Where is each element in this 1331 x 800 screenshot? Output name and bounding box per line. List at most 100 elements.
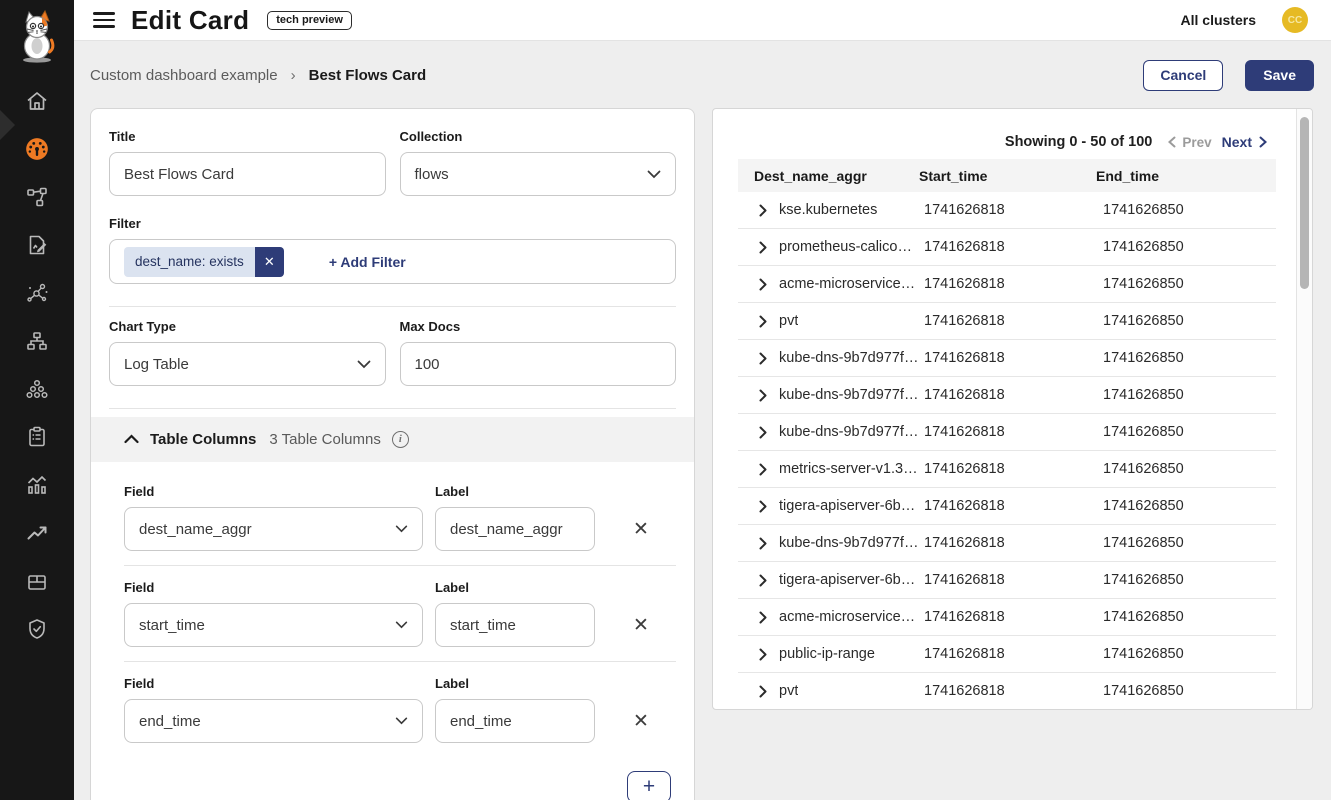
table-row[interactable]: acme-microservice… 1741626818 1741626850 bbox=[738, 266, 1276, 303]
row-end: 1741626850 bbox=[1096, 646, 1276, 662]
next-page-button[interactable]: Next bbox=[1222, 134, 1252, 150]
expand-chevron-icon[interactable] bbox=[759, 278, 767, 291]
expand-chevron-icon[interactable] bbox=[759, 648, 767, 661]
sidebar-item-home[interactable] bbox=[0, 89, 74, 113]
label-label: Label bbox=[435, 580, 595, 595]
table-row[interactable]: pvt 1741626818 1741626850 bbox=[738, 303, 1276, 340]
cancel-button[interactable]: Cancel bbox=[1143, 60, 1223, 91]
scrollbar-track[interactable] bbox=[1296, 109, 1312, 709]
row-dest: metrics-server-v1.3… bbox=[779, 461, 918, 477]
column-header-start: Start_time bbox=[919, 168, 1096, 184]
field-select[interactable]: end_time bbox=[124, 699, 423, 743]
sidebar-item-statistics[interactable] bbox=[0, 473, 74, 497]
remove-column-icon[interactable]: ✕ bbox=[633, 616, 649, 635]
chart-type-value: Log Table bbox=[124, 356, 189, 373]
max-docs-input[interactable] bbox=[400, 342, 677, 386]
card-editor-panel: Title Collection flows Filter dest_name:… bbox=[90, 108, 695, 800]
sidebar-item-dashboard-active[interactable] bbox=[0, 137, 74, 161]
row-start: 1741626818 bbox=[919, 683, 1096, 699]
expand-chevron-icon[interactable] bbox=[759, 685, 767, 698]
remove-column-icon[interactable]: ✕ bbox=[633, 712, 649, 731]
expand-chevron-icon[interactable] bbox=[759, 426, 767, 439]
expand-chevron-icon[interactable] bbox=[759, 204, 767, 217]
expand-chevron-icon[interactable] bbox=[759, 537, 767, 550]
sidebar-item-sitemap[interactable] bbox=[0, 329, 74, 353]
table-columns-count: 3 Table Columns bbox=[269, 431, 380, 448]
table-row[interactable]: acme-microservice… 1741626818 1741626850 bbox=[738, 599, 1276, 636]
label-label: Label bbox=[435, 676, 595, 691]
row-start: 1741626818 bbox=[919, 202, 1096, 218]
chevron-down-icon bbox=[395, 621, 408, 629]
save-button[interactable]: Save bbox=[1245, 60, 1314, 91]
row-start: 1741626818 bbox=[919, 350, 1096, 366]
expand-chevron-icon[interactable] bbox=[759, 315, 767, 328]
table-row[interactable]: prometheus-calico… 1741626818 1741626850 bbox=[738, 229, 1276, 266]
prev-page-button[interactable]: Prev bbox=[1182, 135, 1211, 150]
sidebar-expand-notch[interactable] bbox=[0, 110, 15, 140]
table-columns-section-header[interactable]: Table Columns 3 Table Columns i bbox=[91, 417, 694, 462]
label-label: Label bbox=[435, 484, 595, 499]
chevron-up-icon[interactable] bbox=[124, 431, 139, 449]
calico-cat-logo[interactable] bbox=[0, 8, 74, 64]
sidebar-item-trending[interactable] bbox=[0, 521, 74, 545]
chevron-right-icon[interactable] bbox=[1259, 136, 1267, 148]
row-dest: tigera-apiserver-6b… bbox=[779, 498, 915, 514]
field-select[interactable]: dest_name_aggr bbox=[124, 507, 423, 551]
label-input[interactable] bbox=[435, 699, 595, 743]
sidebar-item-clusters[interactable] bbox=[0, 377, 74, 401]
filter-input[interactable]: dest_name: exists ✕ + Add Filter bbox=[109, 239, 676, 284]
remove-column-icon[interactable]: ✕ bbox=[633, 520, 649, 539]
chart-type-select[interactable]: Log Table bbox=[109, 342, 386, 386]
expand-chevron-icon[interactable] bbox=[759, 500, 767, 513]
chevron-left-icon[interactable] bbox=[1168, 136, 1176, 148]
table-row[interactable]: kube-dns-9b7d977f… 1741626818 1741626850 bbox=[738, 377, 1276, 414]
table-row[interactable]: metrics-server-v1.3… 1741626818 17416268… bbox=[738, 451, 1276, 488]
expand-chevron-icon[interactable] bbox=[759, 463, 767, 476]
table-row[interactable]: kube-dns-9b7d977f… 1741626818 1741626850 bbox=[738, 340, 1276, 377]
label-input[interactable] bbox=[435, 603, 595, 647]
sidebar-item-policies[interactable] bbox=[0, 233, 74, 257]
label-input[interactable] bbox=[435, 507, 595, 551]
hamburger-menu-icon[interactable] bbox=[93, 12, 115, 28]
expand-chevron-icon[interactable] bbox=[759, 574, 767, 587]
row-dest: public-ip-range bbox=[779, 646, 875, 662]
sidebar-item-compliance-reports[interactable] bbox=[0, 425, 74, 449]
expand-chevron-icon[interactable] bbox=[759, 352, 767, 365]
avatar[interactable]: CC bbox=[1282, 7, 1308, 33]
sidebar-item-network-graph[interactable] bbox=[0, 281, 74, 305]
table-row[interactable]: kube-dns-9b7d977f… 1741626818 1741626850 bbox=[738, 414, 1276, 451]
table-row[interactable]: kube-dns-9b7d977f… 1741626818 1741626850 bbox=[738, 525, 1276, 562]
info-icon[interactable]: i bbox=[392, 431, 409, 448]
filter-chip: dest_name: exists ✕ bbox=[124, 247, 284, 277]
filter-chip-remove-icon[interactable]: ✕ bbox=[255, 247, 284, 277]
table-row[interactable]: kse.kubernetes 1741626818 1741626850 bbox=[738, 192, 1276, 229]
field-value: end_time bbox=[139, 713, 201, 730]
sidebar-item-workloads[interactable] bbox=[0, 569, 74, 593]
field-label: Field bbox=[124, 484, 423, 499]
title-input[interactable] bbox=[109, 152, 386, 196]
table-row[interactable]: tigera-apiserver-6b… 1741626818 17416268… bbox=[738, 488, 1276, 525]
row-dest: acme-microservice… bbox=[779, 609, 915, 625]
expand-chevron-icon[interactable] bbox=[759, 241, 767, 254]
table-row[interactable]: pvt 1741626818 1741626850 bbox=[738, 673, 1276, 710]
scrollbar-thumb[interactable] bbox=[1300, 117, 1309, 289]
collection-select[interactable]: flows bbox=[400, 152, 677, 196]
table-row[interactable]: tigera-apiserver-6b… 1741626818 17416268… bbox=[738, 562, 1276, 599]
add-column-button[interactable]: + bbox=[627, 771, 671, 800]
field-select[interactable]: start_time bbox=[124, 603, 423, 647]
table-row[interactable]: public-ip-range 1741626818 1741626850 bbox=[738, 636, 1276, 673]
column-header-end: End_time bbox=[1096, 168, 1276, 184]
cluster-selector[interactable]: All clusters bbox=[1181, 12, 1256, 28]
column-editor-row: Field end_time Label ✕ bbox=[124, 676, 676, 743]
sidebar-item-threat-defense[interactable] bbox=[0, 617, 74, 641]
row-dest: pvt bbox=[779, 313, 798, 329]
expand-chevron-icon[interactable] bbox=[759, 389, 767, 402]
sidebar-item-service-graph[interactable] bbox=[0, 185, 74, 209]
row-dest: tigera-apiserver-6b… bbox=[779, 572, 915, 588]
max-docs-label: Max Docs bbox=[400, 319, 677, 334]
expand-chevron-icon[interactable] bbox=[759, 611, 767, 624]
row-dest: kse.kubernetes bbox=[779, 202, 877, 218]
add-filter-link[interactable]: + Add Filter bbox=[329, 254, 406, 270]
row-start: 1741626818 bbox=[919, 313, 1096, 329]
breadcrumb-parent[interactable]: Custom dashboard example bbox=[90, 67, 278, 84]
